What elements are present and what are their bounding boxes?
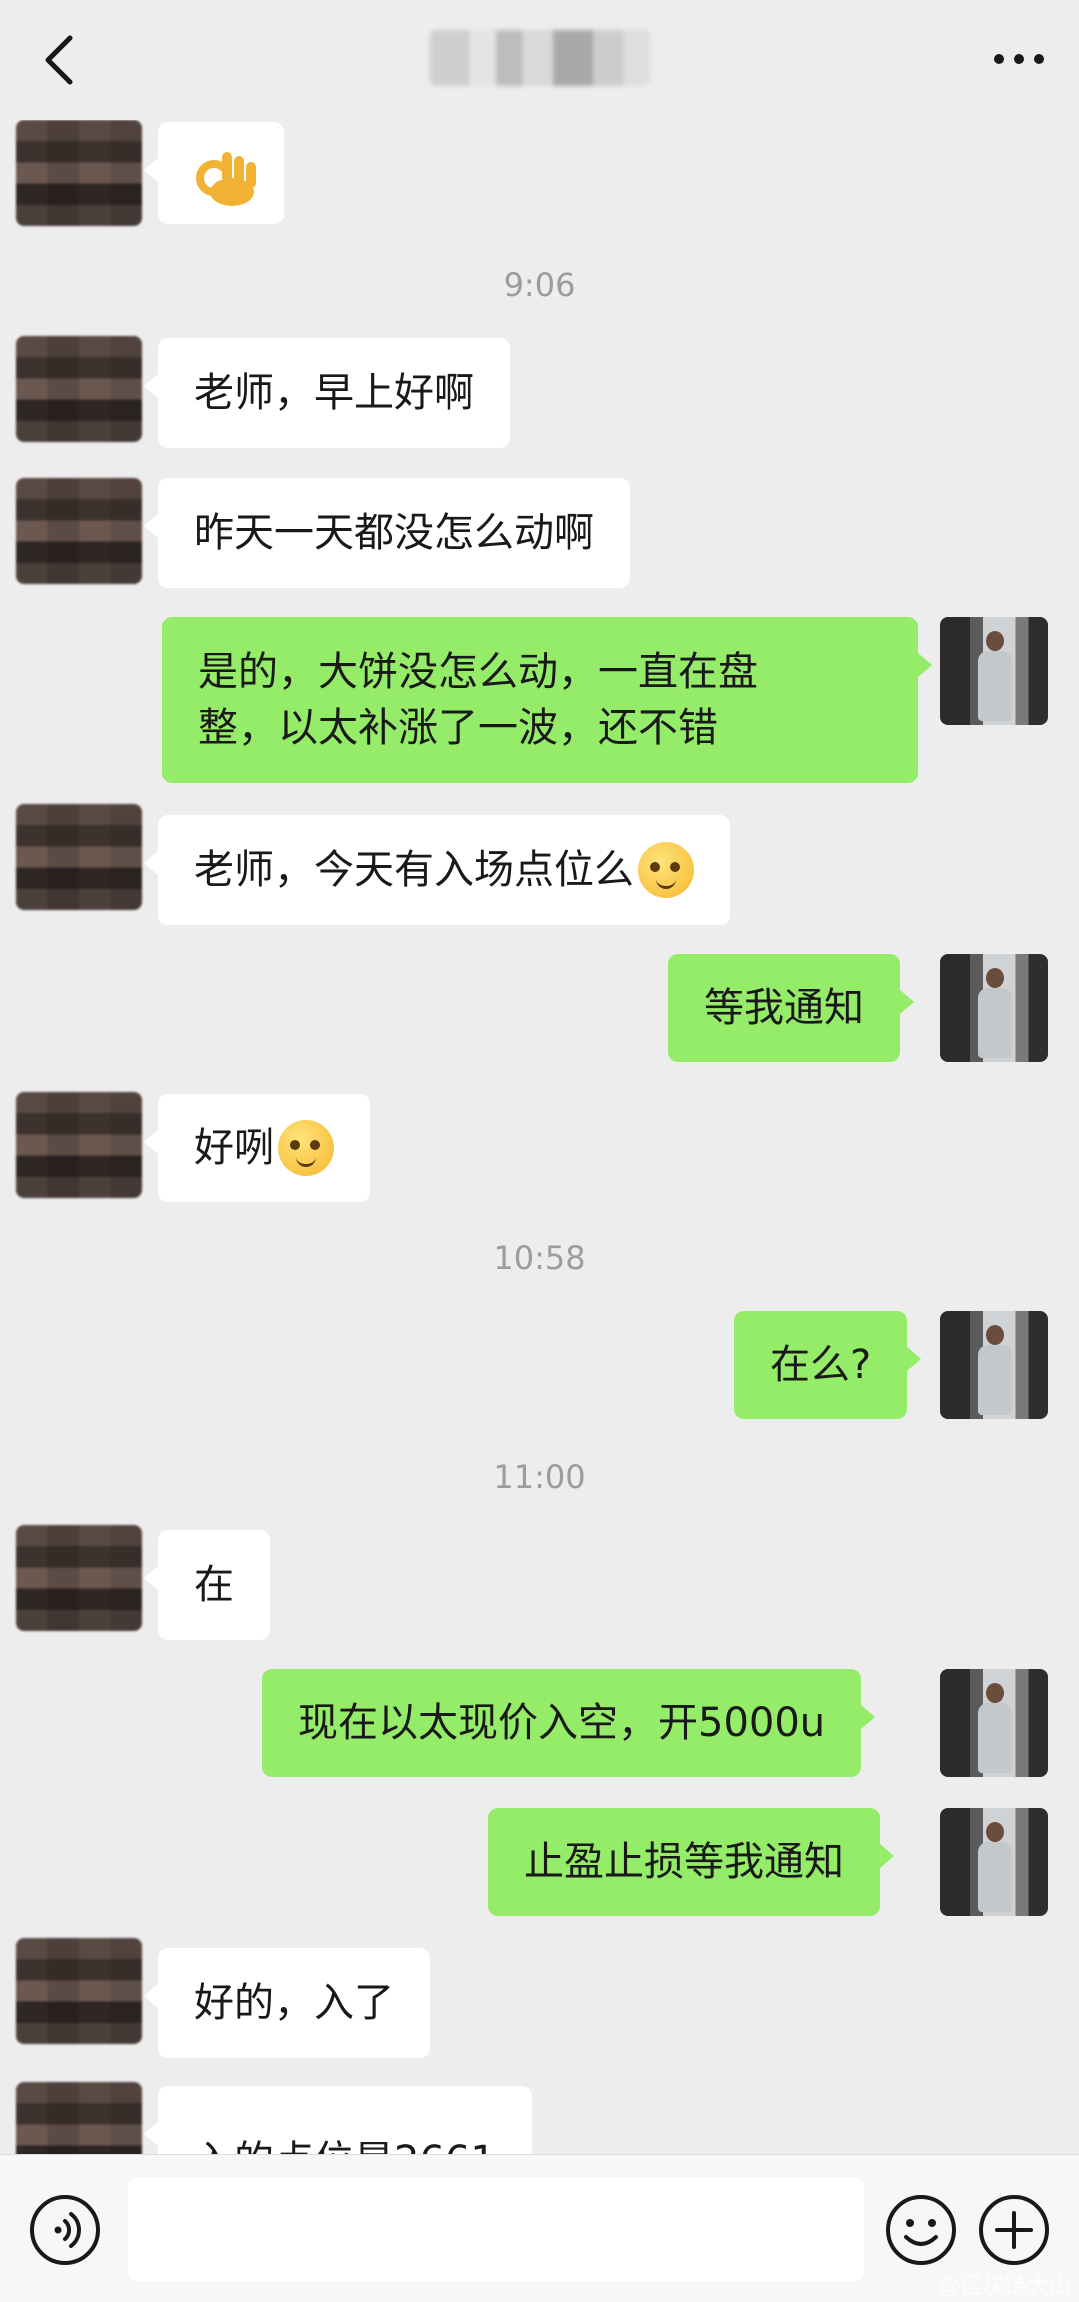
message-bubble-incoming[interactable]: 在: [144, 1530, 270, 1640]
contact-avatar[interactable]: [16, 478, 142, 584]
message-bubble-outgoing[interactable]: 等我通知: [668, 954, 914, 1062]
message-bubble-outgoing[interactable]: 在么?: [734, 1311, 922, 1419]
message-text: 老师，早上好啊: [194, 370, 474, 416]
back-button[interactable]: [30, 28, 90, 92]
chat-title-blurred: [430, 30, 650, 86]
contact-avatar[interactable]: [16, 1938, 142, 2044]
chat-scroll-area[interactable]: 9:06 老师，早上好啊 昨天一天都没怎么动啊 是的，大饼没怎么动，一直在盘 整…: [0, 120, 1079, 2154]
plus-button[interactable]: [977, 2193, 1051, 2267]
my-avatar[interactable]: [940, 1669, 1048, 1777]
message-text: 昨天一天都没怎么动啊: [194, 510, 594, 556]
voice-icon: [30, 2195, 100, 2265]
message-text-line: 是的，大饼没怎么动，一直在盘: [198, 649, 758, 695]
message-bubble-incoming[interactable]: 老师，早上好啊: [144, 338, 510, 448]
ok-hand-emoji-icon: [196, 152, 256, 206]
message-bubble-outgoing[interactable]: 现在以太现价入空，开5000u: [262, 1669, 876, 1777]
message-bubble-incoming[interactable]: [144, 122, 284, 224]
message-text: 入的点位是2661: [194, 2133, 496, 2154]
message-text: 止盈止损等我通知: [524, 1839, 844, 1885]
emoji-button[interactable]: [884, 2193, 958, 2267]
message-bubble-incoming[interactable]: 昨天一天都没怎么动啊: [144, 478, 630, 588]
message-input[interactable]: [128, 2177, 864, 2281]
voice-button[interactable]: [28, 2193, 102, 2267]
contact-avatar[interactable]: [16, 804, 142, 910]
saluting-face-emoji-icon: [278, 1120, 334, 1176]
watermark-text: @区块链大山: [938, 2274, 1071, 2299]
message-bubble-incoming[interactable]: 入的点位是2661: [144, 2086, 532, 2154]
message-text: 现在以太现价入空，开5000u: [298, 1700, 826, 1746]
more-horizontal-icon: [994, 54, 1044, 64]
message-bubble-incoming[interactable]: 好咧: [144, 1094, 370, 1202]
my-avatar[interactable]: [940, 617, 1048, 725]
thinking-face-emoji-icon: [638, 842, 694, 898]
chat-input-bar: [0, 2154, 1079, 2302]
contact-avatar[interactable]: [16, 1525, 142, 1631]
timestamp: 10:58: [493, 1239, 586, 1277]
message-bubble-incoming[interactable]: 老师，今天有入场点位么: [144, 815, 730, 925]
contact-avatar[interactable]: [16, 120, 142, 226]
plus-icon: [979, 2195, 1049, 2265]
contact-avatar[interactable]: [16, 1092, 142, 1198]
message-text: 等我通知: [704, 985, 864, 1031]
my-avatar[interactable]: [940, 954, 1048, 1062]
message-bubble-outgoing[interactable]: 止盈止损等我通知: [488, 1808, 894, 1916]
more-button[interactable]: [989, 34, 1049, 84]
message-text: 老师，今天有入场点位么: [194, 847, 634, 893]
contact-avatar[interactable]: [16, 2082, 142, 2154]
message-bubble-outgoing[interactable]: 是的，大饼没怎么动，一直在盘 整，以太补涨了一波，还不错: [162, 617, 932, 783]
chat-header: [0, 0, 1079, 120]
emoji-icon: [886, 2195, 956, 2265]
message-text-line: 整，以太补涨了一波，还不错: [198, 705, 718, 751]
my-avatar[interactable]: [940, 1808, 1048, 1916]
message-text: 在么?: [770, 1342, 872, 1388]
message-text: 好咧: [194, 1125, 274, 1171]
contact-avatar[interactable]: [16, 336, 142, 442]
message-bubble-incoming[interactable]: 好的，入了: [144, 1948, 430, 2058]
chevron-left-icon: [45, 35, 73, 85]
message-text: 在: [194, 1562, 234, 1608]
my-avatar[interactable]: [940, 1311, 1048, 1419]
timestamp: 11:00: [493, 1458, 586, 1496]
message-text: 好的，入了: [194, 1980, 394, 2026]
timestamp: 9:06: [503, 266, 576, 304]
